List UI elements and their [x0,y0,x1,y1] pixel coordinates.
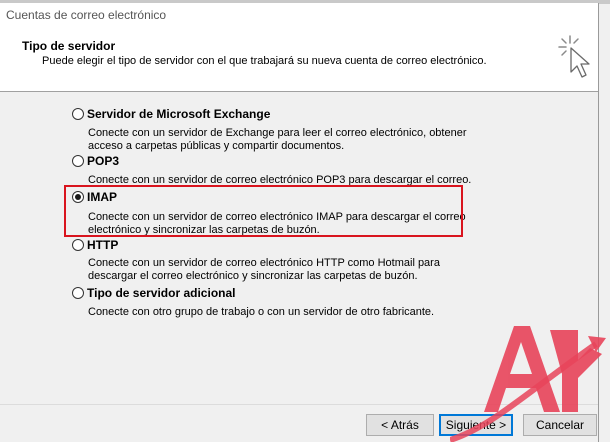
window-title: Cuentas de correo electrónico [6,8,167,22]
radio-pop3[interactable] [72,155,84,167]
email-accounts-dialog: Cuentas de correo electrónico Tipo de se… [0,3,599,442]
option-label[interactable]: Servidor de Microsoft Exchange [87,107,270,121]
option-label[interactable]: Tipo de servidor adicional [87,286,235,300]
description-line: Conecte con un servidor de correo electr… [88,257,440,269]
option-label[interactable]: POP3 [87,154,119,168]
option-label[interactable]: HTTP [87,238,118,252]
description-line: descargar el correo electrónico y sincro… [88,270,418,282]
wizard-cursor-sparkle-icon [558,35,590,78]
wizard-header: Tipo de servidor Puede elegir el tipo de… [0,28,598,92]
cancel-button[interactable]: Cancelar [523,414,597,436]
radio-additional[interactable] [72,287,84,299]
footer-divider [0,404,598,405]
description-line: Conecte con otro grupo de trabajo o con … [88,306,435,318]
option-description: Conecte con un servidor de Exchange para… [88,127,478,153]
page-subtitle: Puede elegir el tipo de servidor con el … [42,55,487,67]
radio-http[interactable] [72,239,84,251]
imap-highlight-box [64,185,463,237]
option-description: Conecte con un servidor de correo electr… [88,257,478,283]
radio-exchange[interactable] [72,108,84,120]
description-line: Conecte con un servidor de Exchange para… [88,127,467,139]
next-button[interactable]: Siguiente > [439,414,513,436]
server-type-options: Servidor de Microsoft Exchange Conecte c… [0,92,598,392]
description-line: acceso a carpetas públicas y compartir d… [88,140,345,152]
back-button[interactable]: < Atrás [366,414,434,436]
option-description: Conecte con otro grupo de trabajo o con … [88,306,478,319]
page-title: Tipo de servidor [22,39,116,53]
title-bar: Cuentas de correo electrónico [0,3,598,28]
